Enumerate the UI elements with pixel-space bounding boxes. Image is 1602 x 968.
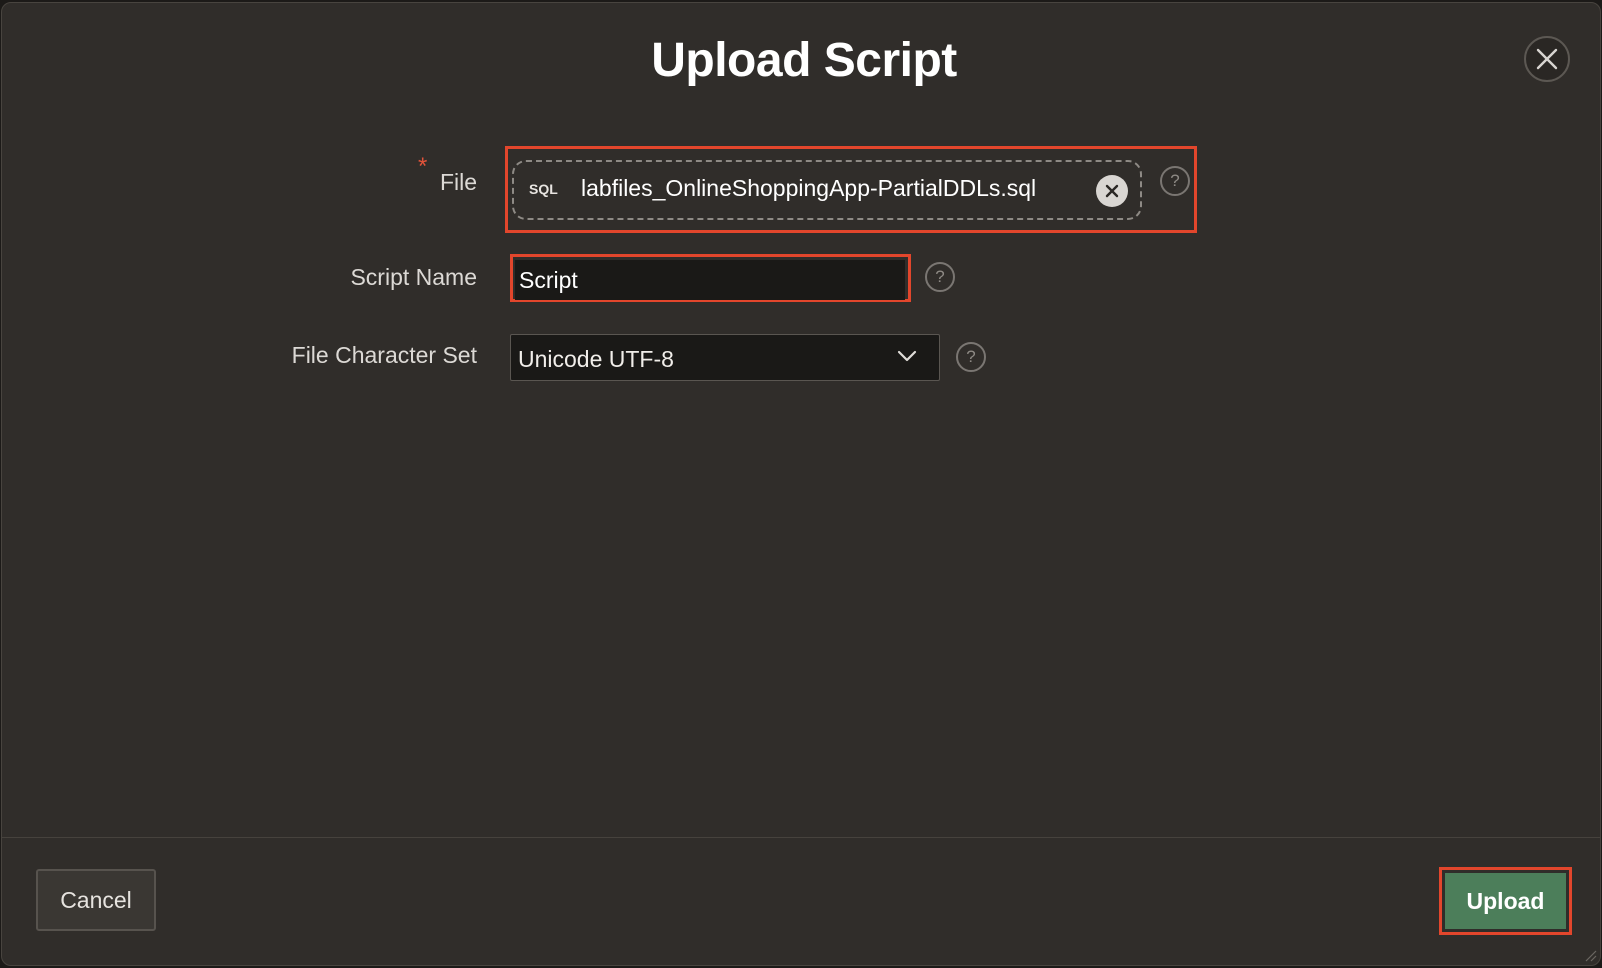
dialog-title: Upload Script [651,34,957,87]
charset-select[interactable]: Unicode UTF-8 [510,334,940,381]
clear-x-icon [1105,184,1119,198]
upload-script-dialog: Upload Script * File SQL labfiles_Online… [1,2,1601,966]
resize-handle-icon[interactable] [1583,948,1597,962]
script-name-input[interactable] [515,260,905,300]
file-label: File [439,169,477,195]
clear-file-button[interactable] [1096,175,1128,207]
cancel-button[interactable]: Cancel [36,869,156,931]
chevron-down-icon [897,350,917,362]
upload-button[interactable]: Upload [1445,873,1566,929]
selected-file-name: labfiles_OnlineShoppingApp-PartialDDLs.s… [581,175,1037,201]
script-name-help-icon[interactable]: ? [925,262,955,292]
close-button[interactable] [1524,36,1570,82]
script-name-label: Script Name [350,264,477,290]
footer-divider [2,837,1600,838]
charset-label: File Character Set [291,342,477,368]
sql-file-icon: SQL [529,181,558,197]
file-dropzone[interactable]: SQL labfiles_OnlineShoppingApp-PartialDD… [512,160,1142,220]
close-icon [1536,48,1558,70]
charset-selected-value: Unicode UTF-8 [518,346,674,372]
charset-help-icon[interactable]: ? [956,342,986,372]
file-help-icon[interactable]: ? [1160,166,1190,196]
